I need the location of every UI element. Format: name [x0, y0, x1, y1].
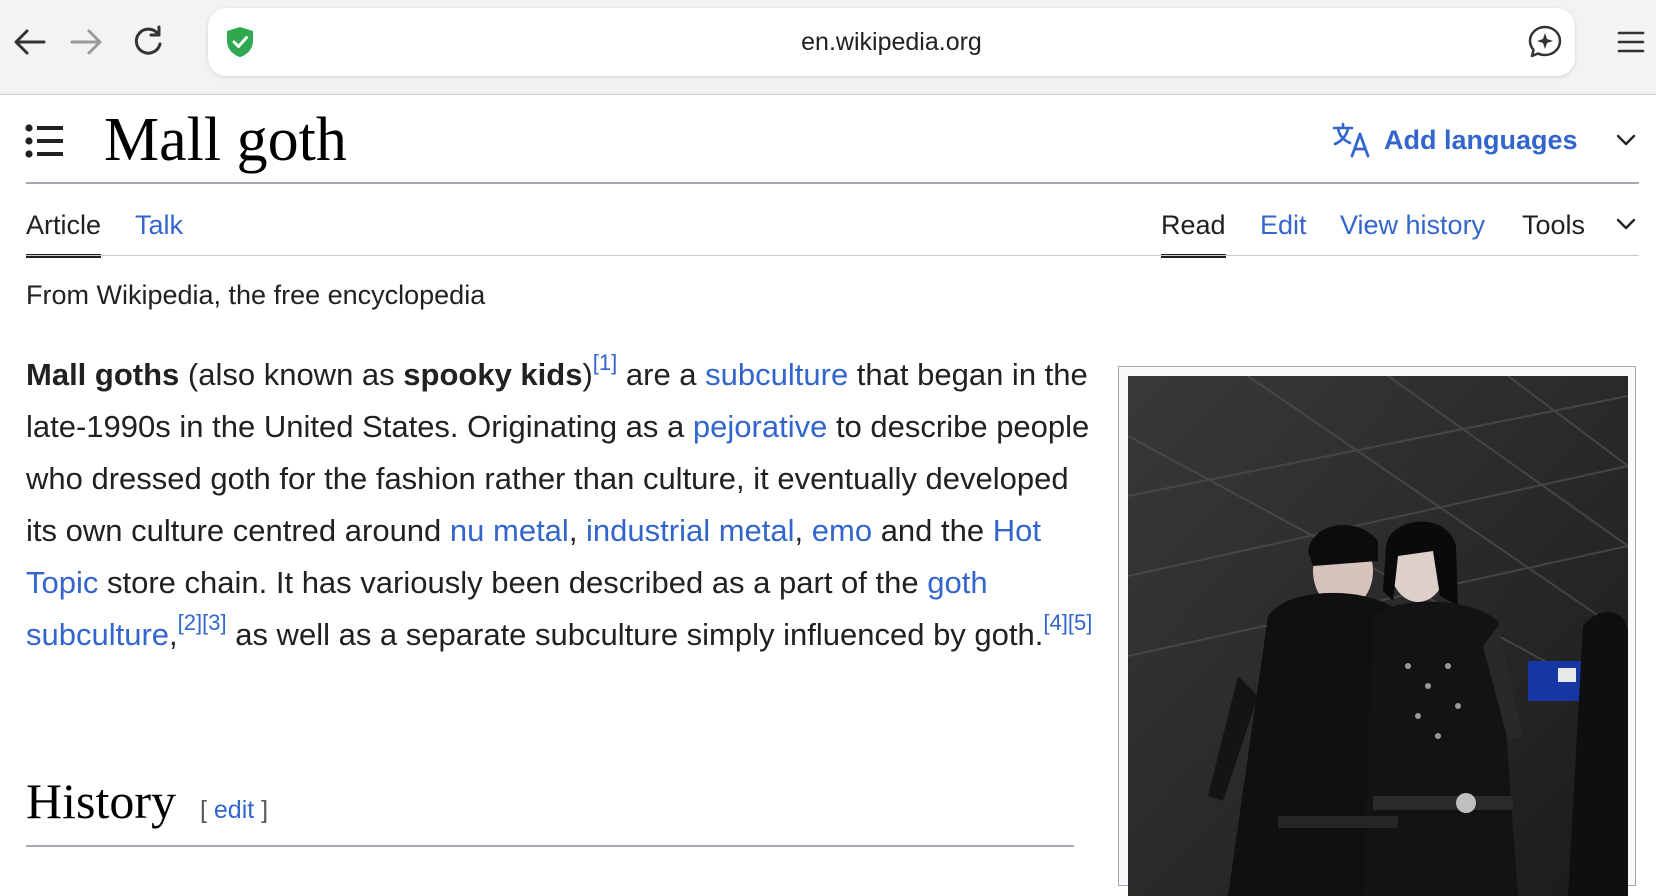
chevron-down-icon[interactable]: [1614, 128, 1638, 152]
browser-menu-button[interactable]: [1615, 24, 1647, 60]
tabs-divider: [26, 255, 1639, 256]
hamburger-menu-icon: [1617, 31, 1645, 53]
translate-icon: [1332, 122, 1370, 158]
text-run: (also known as: [179, 357, 404, 392]
tab-tools[interactable]: Tools: [1522, 208, 1585, 242]
bracket: ]: [254, 796, 269, 824]
forward-button[interactable]: [66, 22, 106, 62]
browser-toolbar: en.wikipedia.org: [0, 0, 1656, 95]
text-run: store chain. It has variously been descr…: [98, 565, 928, 600]
section-title: History: [26, 773, 176, 829]
tab-view-history[interactable]: View history: [1340, 208, 1485, 242]
header-divider: [26, 182, 1639, 184]
text-run: ,: [169, 617, 178, 652]
back-arrow-icon: [14, 29, 46, 55]
infobox-image[interactable]: [1128, 376, 1628, 896]
tab-read[interactable]: Read: [1161, 208, 1226, 258]
section-edit: [ edit ]: [200, 796, 268, 825]
text-run: ): [582, 357, 593, 392]
reference-link[interactable]: [4]: [1043, 610, 1067, 635]
section-divider: [26, 845, 1074, 847]
infobox: [1118, 366, 1636, 896]
text-run: ,: [568, 513, 587, 548]
site-tagline: From Wikipedia, the free encyclopedia: [26, 280, 486, 310]
text-run: as well as a separate subculture simply …: [226, 617, 1044, 652]
reference-link[interactable]: [3]: [202, 610, 226, 635]
back-button[interactable]: [10, 22, 50, 62]
url-text[interactable]: en.wikipedia.org: [208, 8, 1575, 76]
ai-sparkle-icon[interactable]: [1527, 24, 1563, 60]
photo-illustration: [1128, 376, 1628, 896]
table-of-contents-button[interactable]: [24, 121, 66, 163]
reference-link[interactable]: [5]: [1068, 610, 1092, 635]
link-industrial-metal[interactable]: industrial metal: [586, 513, 794, 548]
tab-article[interactable]: Article: [26, 208, 102, 258]
page-title: Mall goth: [104, 106, 347, 174]
reference-link[interactable]: [2]: [178, 610, 202, 635]
lead-paragraph: Mall goths (also known as spooky kids)[1…: [26, 349, 1096, 661]
link-subculture[interactable]: subculture: [705, 357, 848, 392]
chevron-down-icon[interactable]: [1614, 212, 1638, 236]
add-languages-label: Add languages: [1384, 124, 1578, 155]
link-emo[interactable]: emo: [812, 513, 872, 548]
bracket: [: [200, 796, 214, 824]
bold-term: Mall goths: [26, 357, 180, 392]
reload-icon: [134, 25, 162, 55]
text-run: ,: [794, 513, 812, 548]
section-edit-link[interactable]: edit: [214, 796, 254, 824]
reference-link[interactable]: [1]: [593, 350, 617, 375]
text-run: and the: [872, 513, 993, 548]
tab-edit[interactable]: Edit: [1260, 208, 1307, 242]
section-heading-history: History [ edit ]: [26, 772, 268, 830]
reload-button[interactable]: [128, 22, 168, 62]
list-icon: [25, 124, 63, 158]
address-bar[interactable]: en.wikipedia.org: [208, 8, 1575, 76]
text-run: are a: [617, 357, 706, 392]
link-nu-metal[interactable]: nu metal: [450, 513, 569, 548]
add-languages-button[interactable]: Add languages: [1332, 120, 1578, 160]
tab-talk[interactable]: Talk: [135, 208, 183, 242]
link-pejorative[interactable]: pejorative: [693, 409, 827, 444]
forward-arrow-icon: [70, 29, 102, 55]
bold-term: spooky kids: [403, 357, 583, 392]
